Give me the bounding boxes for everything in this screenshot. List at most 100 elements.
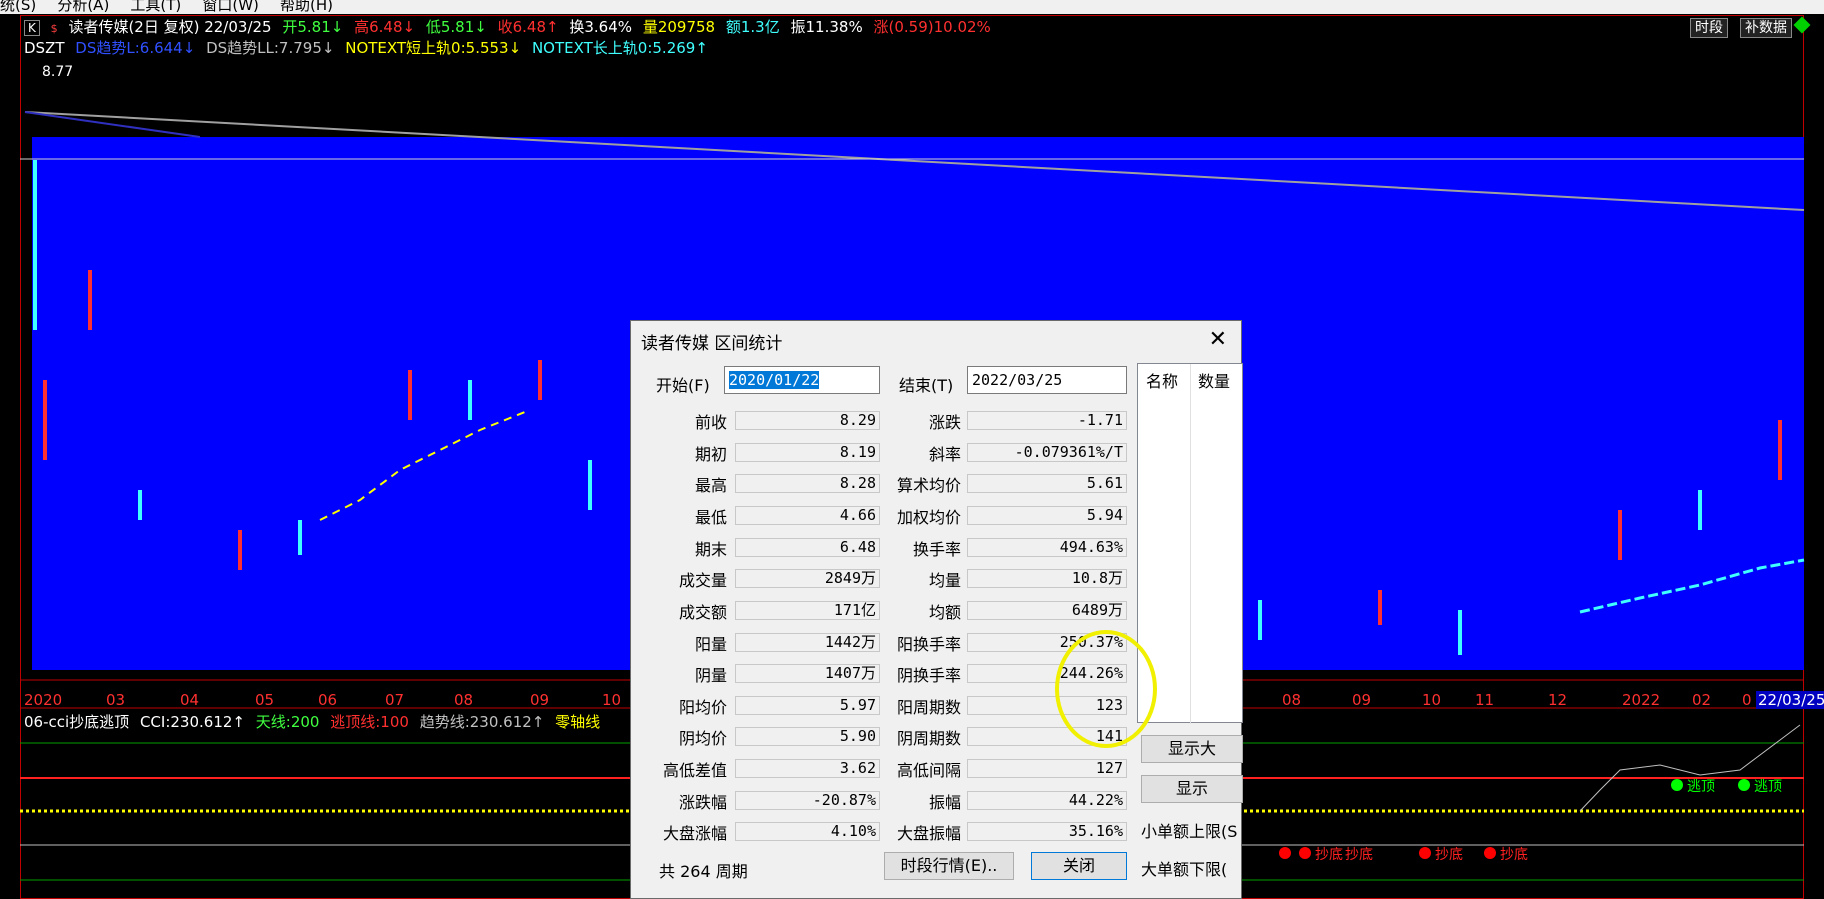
cci-trend-value: 趋势线:230.612↑ [419, 713, 545, 731]
period-count-text: 共 264 周期 [659, 862, 748, 881]
x-axis-label: 10 [602, 691, 622, 709]
stat-label: 振幅 [928, 793, 961, 812]
stat-label: 高低间隔 [896, 761, 961, 780]
list-header-qty[interactable]: 数量 [1198, 368, 1230, 392]
stat-label: 阳均价 [678, 698, 727, 717]
stat-label: 成交额 [678, 603, 727, 622]
short-rail-line [319, 409, 531, 521]
stat-value: 250.37% [967, 633, 1127, 652]
cci-curve [1579, 724, 1801, 812]
bottom-label: 抄底 [1435, 847, 1463, 863]
start-date-value: 2020/01/22 [729, 371, 820, 389]
bottom-label: 抄底 [1345, 847, 1373, 863]
big-amount-lower-label: 大单额下限( [1141, 860, 1228, 879]
x-axis-label: 02 [1692, 691, 1712, 709]
stat-value: 6.48 [735, 538, 880, 557]
stat-label: 阴周期数 [896, 729, 961, 748]
start-date-input[interactable]: 2020/01/22 [724, 366, 880, 394]
stat-label: 成交量 [678, 571, 727, 590]
stat-value: 123 [967, 696, 1127, 715]
stat-value: 8.29 [735, 411, 880, 430]
stat-value: 2849万 [735, 569, 880, 588]
stat-label: 阴量 [694, 666, 727, 685]
stat-value: 5.94 [967, 506, 1127, 525]
bottom-signal-dot [1279, 847, 1291, 859]
stat-label: 阳换手率 [896, 635, 961, 654]
stat-value: 8.19 [735, 443, 880, 462]
order-list[interactable]: 名称 数量 [1137, 363, 1243, 724]
list-header-name[interactable]: 名称 [1146, 368, 1178, 392]
bottom-signal-dot [1299, 847, 1311, 859]
cci-value: CCI:230.612↑ [139, 713, 245, 731]
escape-label: 逃顶 [1687, 779, 1715, 795]
period-quote-button[interactable]: 时段行情(E).. [884, 852, 1014, 880]
stat-value: 1407万 [735, 664, 880, 683]
trend-line-l [24, 111, 201, 138]
x-axis-label: 05 [255, 691, 275, 709]
stat-value: 6489万 [967, 601, 1127, 620]
stat-value: -20.87% [735, 791, 880, 810]
stat-label: 前收 [694, 413, 727, 432]
x-axis-label: 11 [1475, 691, 1495, 709]
stat-label: 斜率 [928, 445, 961, 464]
stat-value: 127 [967, 759, 1127, 778]
stat-label: 最低 [694, 508, 727, 527]
x-axis-label: 09 [1352, 691, 1372, 709]
current-date-label: 22/03/25 [1756, 691, 1824, 709]
stat-value: 44.22% [967, 791, 1127, 810]
x-axis-label: 03 [106, 691, 126, 709]
x-axis-label: 0 [1742, 691, 1752, 709]
stat-label: 期末 [694, 540, 727, 559]
stat-label: 大盘振幅 [896, 824, 961, 843]
x-axis-label: 04 [180, 691, 200, 709]
end-date-input[interactable]: 2022/03/25 [967, 366, 1127, 394]
stat-label: 最高 [694, 476, 727, 495]
stat-label: 算术均价 [896, 476, 961, 495]
cci-legend: 06-cci抄底逃顶 CCI:230.612↑ 天线:200 逃顶线:100 趋… [24, 712, 606, 732]
stat-label: 加权均价 [896, 508, 961, 527]
x-axis-label: 2022 [1622, 691, 1661, 709]
x-axis-label: 12 [1548, 691, 1568, 709]
stat-label: 阴换手率 [896, 666, 961, 685]
bottom-signal-dot [1419, 847, 1431, 859]
candle-group-right [1258, 420, 1782, 655]
stat-label: 阴均价 [678, 729, 727, 748]
stat-value: 141 [967, 727, 1127, 746]
stat-value: 5.90 [735, 727, 880, 746]
stat-label: 阳周期数 [896, 698, 961, 717]
stat-value: 4.66 [735, 506, 880, 525]
candle-group-left [33, 160, 592, 570]
show-button[interactable]: 显示 [1141, 775, 1243, 803]
stat-label: 均额 [928, 603, 961, 622]
long-rail-line [1579, 558, 1805, 614]
stat-value: 3.62 [735, 759, 880, 778]
x-axis-label: 08 [454, 691, 474, 709]
stat-value: 171亿 [735, 601, 880, 620]
x-axis-label: 09 [530, 691, 550, 709]
close-icon[interactable]: ✕ [1209, 327, 1227, 352]
x-axis-label: 07 [385, 691, 405, 709]
stat-value: -1.71 [967, 411, 1127, 430]
x-axis-label: 08 [1282, 691, 1302, 709]
bottom-label: 抄底 [1500, 847, 1528, 863]
bottom-signal-dot [1484, 847, 1496, 859]
show-large-button[interactable]: 显示大 [1141, 735, 1243, 763]
cci-zero-label: 零轴线 [555, 713, 601, 731]
stat-label: 涨跌幅 [678, 793, 727, 812]
escape-signal-dot [1671, 779, 1683, 791]
stat-label: 均量 [928, 571, 961, 590]
stat-value: 35.16% [967, 822, 1127, 841]
stat-value: 10.8万 [967, 569, 1127, 588]
stat-value: -0.079361%/T [967, 443, 1127, 462]
stat-value: 244.26% [967, 664, 1127, 683]
stat-label: 阳量 [694, 635, 727, 654]
close-button[interactable]: 关闭 [1031, 852, 1127, 880]
stat-value: 8.28 [735, 474, 880, 493]
stat-label: 换手率 [912, 540, 961, 559]
interval-stats-dialog: 读者传媒 区间统计 ✕ 开始(F) 2020/01/22 结束(T) 2022/… [630, 320, 1243, 899]
stat-value: 5.97 [735, 696, 880, 715]
stat-value: 494.63% [967, 538, 1127, 557]
x-axis-label: 06 [318, 691, 338, 709]
stat-value: 4.10% [735, 822, 880, 841]
stat-label: 期初 [694, 445, 727, 464]
